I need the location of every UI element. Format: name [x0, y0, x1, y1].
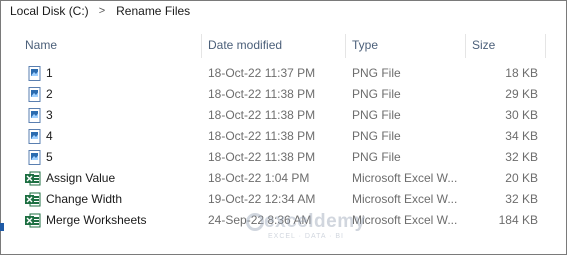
file-type: Microsoft Excel W... — [352, 213, 458, 227]
png-file-icon — [28, 108, 42, 123]
file-row[interactable]: 4 18-Oct-22 11:38 PM PNG File 34 KB — [0, 126, 565, 147]
file-type: Microsoft Excel W... — [352, 171, 458, 185]
png-file-icon — [28, 66, 42, 81]
file-type: PNG File — [352, 87, 401, 101]
file-name: 3 — [46, 108, 53, 122]
file-size: 30 KB — [505, 108, 538, 122]
excel-file-icon — [25, 171, 41, 186]
file-row[interactable]: 5 18-Oct-22 11:38 PM PNG File 32 KB — [0, 147, 565, 168]
file-row[interactable]: 1 18-Oct-22 11:37 PM PNG File 18 KB — [0, 63, 565, 84]
png-file-icon — [28, 150, 42, 165]
chevron-right-icon[interactable]: > — [99, 5, 105, 17]
column-divider[interactable] — [465, 34, 466, 58]
column-divider[interactable] — [201, 34, 202, 58]
file-type: Microsoft Excel W... — [352, 192, 458, 206]
file-type: PNG File — [352, 129, 401, 143]
png-file-icon — [28, 129, 42, 144]
column-header-date[interactable]: Date modified — [208, 32, 282, 58]
column-header-type[interactable]: Type — [352, 32, 378, 58]
file-date-modified: 24-Sep-22 8:36 AM — [208, 213, 312, 227]
file-size: 32 KB — [505, 192, 538, 206]
excel-file-icon — [25, 192, 41, 207]
file-row[interactable]: Assign Value 18-Oct-22 1:04 PM Microsoft E… — [0, 168, 565, 189]
file-list: 1 18-Oct-22 11:37 PM PNG File 18 KB 2 18-Oct-… — [0, 63, 565, 231]
file-name: 5 — [46, 150, 53, 164]
file-name: 4 — [46, 129, 53, 143]
file-date-modified: 18-Oct-22 1:04 PM — [208, 171, 310, 185]
file-size: 184 KB — [498, 213, 538, 227]
file-name: Merge Worksheets — [46, 213, 147, 227]
file-size: 32 KB — [505, 150, 538, 164]
file-size: 18 KB — [505, 66, 538, 80]
column-divider[interactable] — [545, 34, 546, 58]
png-file-icon — [28, 87, 42, 102]
column-divider[interactable] — [345, 34, 346, 58]
file-type: PNG File — [352, 150, 401, 164]
file-date-modified: 18-Oct-22 11:37 PM — [208, 66, 316, 80]
file-size: 29 KB — [505, 87, 538, 101]
file-type: PNG File — [352, 108, 401, 122]
file-date-modified: 18-Oct-22 11:38 PM — [208, 129, 316, 143]
file-row[interactable]: Change Width 19-Oct-22 12:34 AM Microsoft … — [0, 189, 565, 210]
file-name: Assign Value — [46, 171, 116, 185]
file-date-modified: 19-Oct-22 12:34 AM — [208, 192, 316, 206]
file-size: 20 KB — [505, 171, 538, 185]
file-name: Change Width — [46, 192, 123, 206]
file-type: PNG File — [352, 66, 401, 80]
file-size: 34 KB — [505, 129, 538, 143]
file-date-modified: 18-Oct-22 11:38 PM — [208, 150, 316, 164]
file-row[interactable]: 2 18-Oct-22 11:38 PM PNG File 29 KB — [0, 84, 565, 105]
breadcrumb-item-rename-files[interactable]: Rename Files — [116, 4, 190, 18]
selection-edge-marker — [0, 223, 4, 231]
file-date-modified: 18-Oct-22 11:38 PM — [208, 108, 316, 122]
file-name: 2 — [46, 87, 53, 101]
column-header-name[interactable]: Name — [25, 32, 57, 58]
file-date-modified: 18-Oct-22 11:38 PM — [208, 87, 316, 101]
column-header-row: Name Date modified Type Size — [0, 32, 565, 58]
breadcrumb: Local Disk (C:) > Rename Files — [0, 0, 565, 22]
file-row[interactable]: Merge Worksheets 24-Sep-22 8:36 AM Microso… — [0, 210, 565, 231]
column-header-size[interactable]: Size — [472, 32, 495, 58]
file-name: 1 — [46, 66, 53, 80]
excel-file-icon — [25, 213, 41, 228]
breadcrumb-item-local-disk[interactable]: Local Disk (C:) — [10, 4, 89, 18]
file-row[interactable]: 3 18-Oct-22 11:38 PM PNG File 30 KB — [0, 105, 565, 126]
